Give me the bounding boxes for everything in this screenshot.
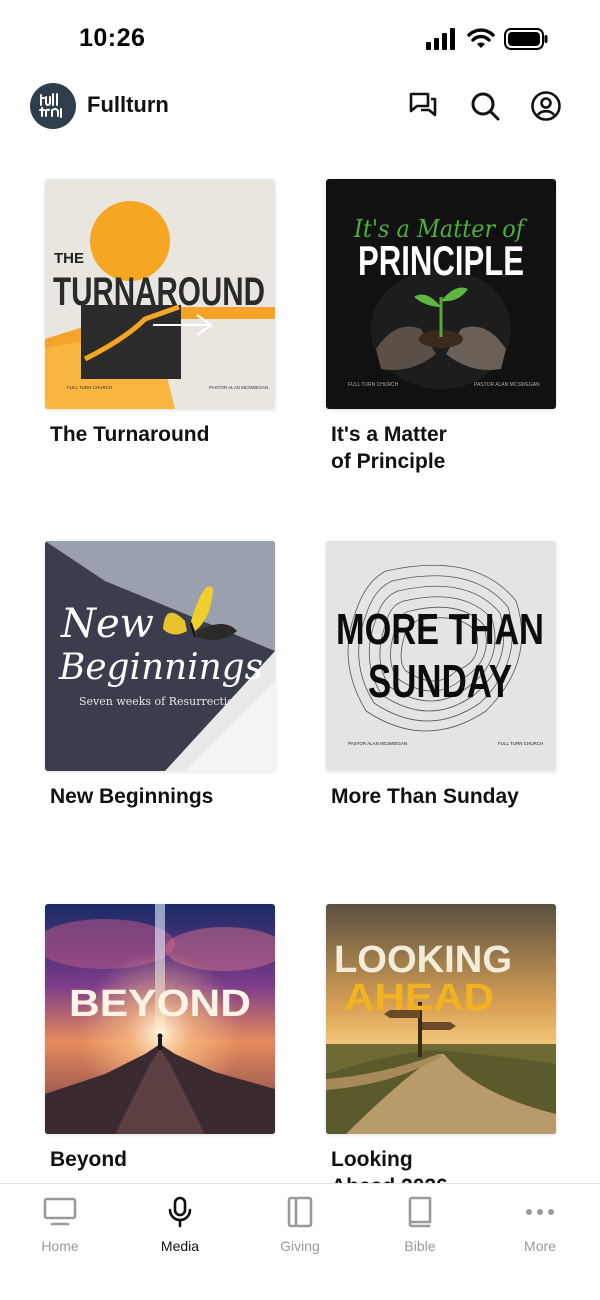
tab-label: Home [41, 1238, 79, 1254]
status-icons [426, 28, 548, 50]
search-icon [471, 92, 500, 121]
tab-more[interactable]: More [490, 1194, 590, 1264]
chat-button[interactable] [406, 88, 442, 124]
series-card-its-a-matter-of-principle[interactable]: It's a Matter of PRINCIPLE FULL TURN CHU… [326, 179, 556, 475]
cover-line-1: LOOKING [334, 939, 512, 981]
series-cover-image[interactable]: LOOKING AHEAD [326, 904, 556, 1134]
series-card-looking-ahead[interactable]: LOOKING AHEAD Looking Ahead 2026 [326, 904, 556, 1200]
cover-line-2: Beginnings [58, 647, 263, 688]
monitor-icon [43, 1197, 77, 1226]
tab-media[interactable]: Media [130, 1194, 230, 1264]
series-title[interactable]: It's a Matter of Principle [331, 421, 551, 475]
cover-heading-small: THE [54, 250, 84, 267]
series-cover-image[interactable]: BEYOND [45, 904, 275, 1134]
tab-bar: Home Media Giving Bible More [0, 1183, 600, 1300]
book-panel-icon [287, 1196, 313, 1228]
tab-bible[interactable]: Bible [370, 1194, 470, 1264]
tab-label: Media [160, 1238, 200, 1254]
cover-line-1: MORE THAN [336, 605, 544, 654]
cover-heading: BEYOND [69, 983, 251, 1025]
more-dots-icon [526, 1209, 554, 1215]
cover-line-2: AHEAD [344, 977, 494, 1019]
app-header: Fullturn [0, 80, 600, 140]
series-cover-image[interactable]: THE TURNAROUND FULL TURN CHURCH PASTOR A… [45, 179, 275, 409]
series-title-line-2: of Principle [331, 450, 446, 473]
wifi-icon [467, 28, 495, 48]
series-cover-image[interactable]: MORE THAN SUNDAY PASTOR ALAN MCSWEGAN FU… [326, 541, 556, 771]
signal-icon [426, 28, 455, 50]
cover-heading: TURNAROUND [53, 270, 265, 314]
tab-label: Giving [280, 1238, 320, 1254]
cover-footer-right: FULL TURN CHURCH [498, 741, 543, 746]
series-cover-image[interactable]: It's a Matter of PRINCIPLE FULL TURN CHU… [326, 179, 556, 409]
battery-icon [504, 28, 548, 50]
series-title[interactable]: New Beginnings [50, 783, 270, 810]
tab-home[interactable]: Home [10, 1194, 110, 1264]
series-card-more-than-sunday[interactable]: MORE THAN SUNDAY PASTOR ALAN MCSWEGAN FU… [326, 541, 556, 810]
search-button[interactable] [467, 88, 503, 124]
cover-footer-right: PASTOR ALAN MCSWEGAN [474, 382, 540, 388]
cover-footer-left: FULL TURN CHURCH [348, 382, 399, 388]
app-name: Fullturn [87, 92, 169, 117]
cover-heading: PRINCIPLE [358, 237, 524, 284]
series-title-line-1: Looking [331, 1148, 413, 1171]
cover-footer-left: FULL TURN CHURCH [67, 385, 112, 390]
cover-footer-right: PASTOR ALAN MCSWEGAN [209, 385, 268, 390]
account-button[interactable] [528, 88, 564, 124]
series-title[interactable]: Beyond [50, 1146, 270, 1173]
series-card-beyond[interactable]: BEYOND Beyond [45, 904, 275, 1173]
series-card-new-beginnings[interactable]: New Beginnings Seven weeks of Resurrecti… [45, 541, 275, 810]
cover-line-2: SUNDAY [368, 655, 512, 707]
series-title[interactable]: The Turnaround [50, 421, 270, 448]
tab-label: More [524, 1238, 556, 1254]
series-title-line-1: It's a Matter [331, 423, 447, 446]
chat-icon [409, 92, 437, 117]
cover-footer-left: PASTOR ALAN MCSWEGAN [348, 741, 407, 746]
tab-label: Bible [404, 1238, 436, 1254]
microphone-icon [168, 1196, 192, 1228]
series-cover-image[interactable]: New Beginnings Seven weeks of Resurrecti… [45, 541, 275, 771]
series-title[interactable]: More Than Sunday [331, 783, 551, 810]
series-card-the-turnaround[interactable]: THE TURNAROUND FULL TURN CHURCH PASTOR A… [45, 179, 275, 448]
fullturn-logo-icon [39, 93, 62, 118]
account-icon [531, 91, 561, 121]
status-time: 10:26 [79, 24, 146, 52]
tab-giving[interactable]: Giving [250, 1194, 350, 1264]
app-logo[interactable] [30, 83, 76, 129]
cover-line-1: New [60, 601, 154, 647]
status-bar: 10:26 [0, 0, 600, 80]
cover-subtitle: Seven weeks of Resurrection [79, 695, 241, 708]
bible-icon [408, 1196, 432, 1228]
